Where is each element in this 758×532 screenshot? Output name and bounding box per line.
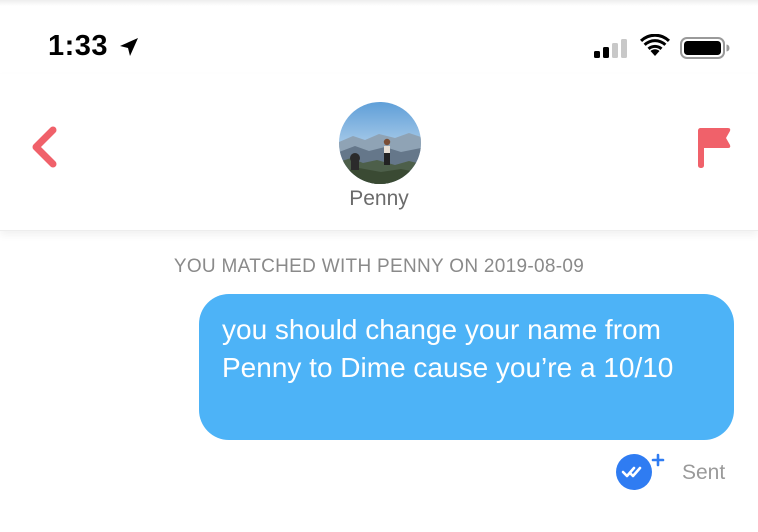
chat-header: Penny [0, 74, 758, 231]
flag-icon[interactable] [694, 122, 734, 172]
match-date-banner: YOU MATCHED WITH PENNY ON 2019-08-09 [173, 256, 585, 277]
double-check-plus-icon [616, 453, 665, 490]
chevron-left-icon[interactable] [24, 122, 64, 172]
top-edge-shadow [0, 0, 758, 6]
profile-photo [339, 102, 421, 184]
wifi-icon [640, 34, 670, 56]
message-status: Sent [682, 461, 726, 484]
sent-message-bubble[interactable]: you should change your name from Penny t… [199, 294, 734, 440]
match-name[interactable]: Penny [300, 187, 458, 211]
battery-icon [680, 37, 730, 59]
cellular-signal-icon [594, 39, 627, 58]
status-bar: 1:33 [0, 18, 758, 74]
avatar[interactable] [339, 102, 421, 184]
status-time: 1:33 [48, 30, 109, 62]
location-arrow-icon [120, 38, 138, 56]
